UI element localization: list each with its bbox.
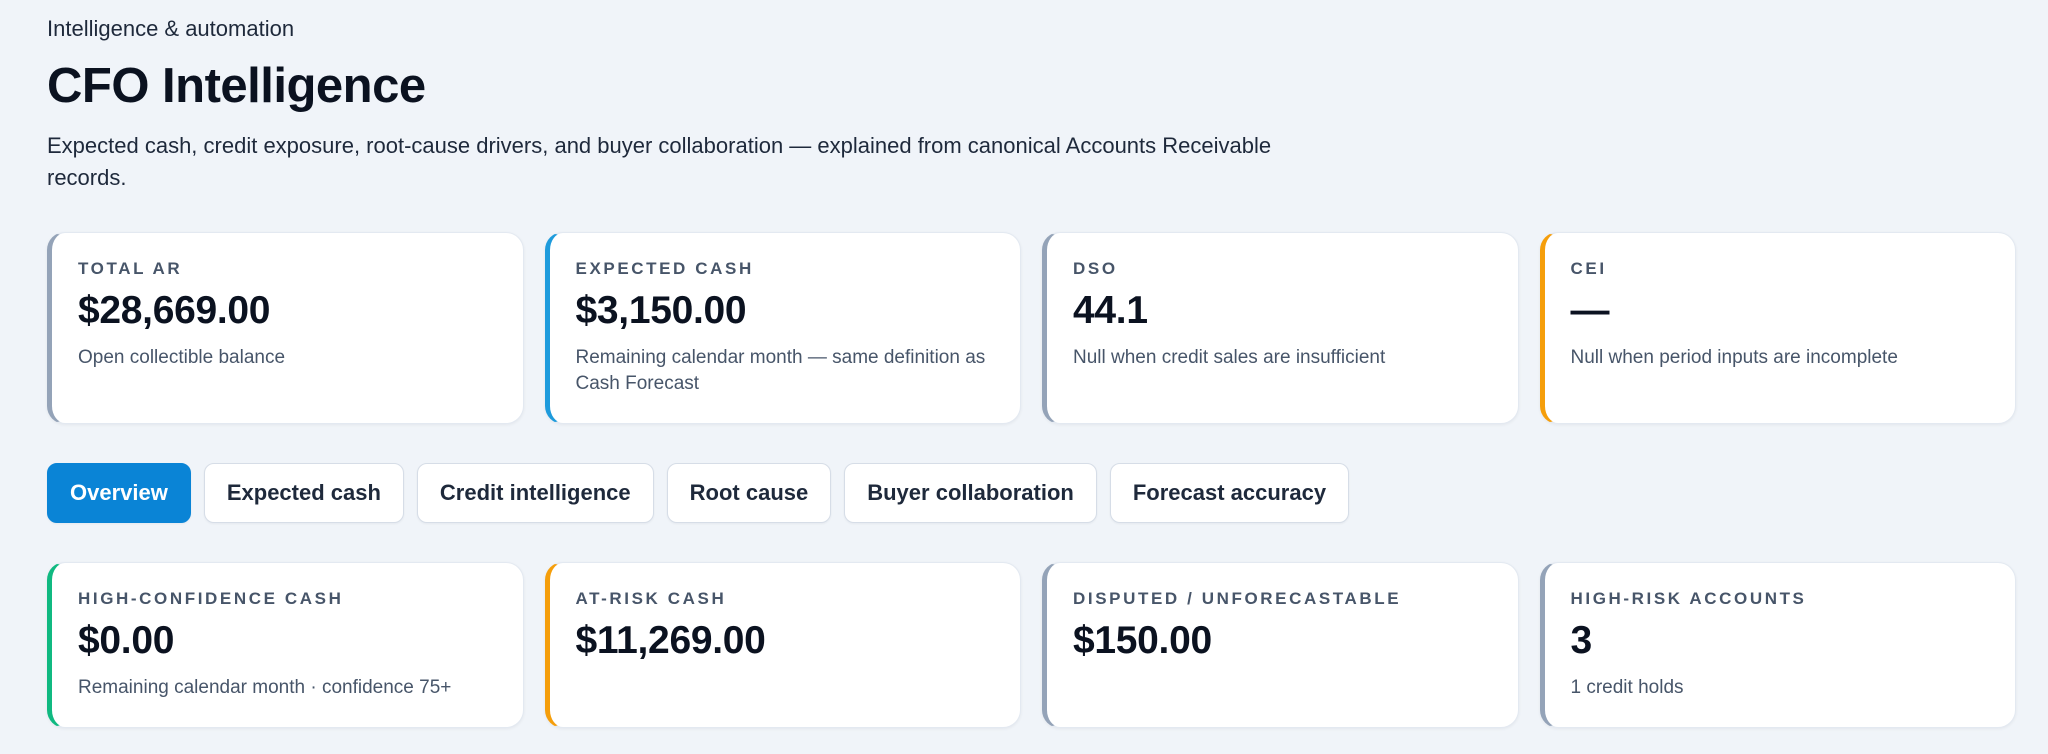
summary-kpi-row: TOTAL AR $28,669.00 Open collectible bal… bbox=[47, 232, 2016, 424]
kpi-note: Null when credit sales are insufficient bbox=[1073, 347, 1386, 368]
kpi-card-expected-cash: EXPECTED CASH $3,150.00 Remaining calend… bbox=[544, 232, 1021, 424]
cfo-intelligence-page: Intelligence & automation CFO Intelligen… bbox=[0, 0, 2048, 754]
kpi-note: 1 credit holds bbox=[1570, 677, 1684, 698]
kpi-card-dso: DSO 44.1 Null when credit sales are insu… bbox=[1042, 232, 1519, 424]
kpi-label: CEI bbox=[1570, 259, 1607, 278]
kpi-card-cei: CEI — Null when period inputs are incomp… bbox=[1539, 232, 2016, 424]
kpi-label: DISPUTED / UNFORECASTABLE bbox=[1073, 589, 1402, 608]
kpi-note: Remaining calendar month — same definiti… bbox=[575, 347, 986, 394]
kpi-value: — bbox=[1570, 289, 1610, 332]
kpi-note: Open collectible balance bbox=[78, 347, 286, 368]
tab-forecast-accuracy[interactable]: Forecast accuracy bbox=[1109, 463, 1350, 523]
kpi-note: Null when period inputs are incomplete bbox=[1570, 347, 1898, 368]
kpi-label: HIGH-CONFIDENCE CASH bbox=[78, 589, 344, 608]
tab-root-cause[interactable]: Root cause bbox=[666, 463, 832, 523]
kpi-card-total-ar: TOTAL AR $28,669.00 Open collectible bal… bbox=[47, 232, 524, 424]
kpi-value: $3,150.00 bbox=[575, 289, 747, 332]
kpi-card-disputed-unforecastable: DISPUTED / UNFORECASTABLE $150.00 bbox=[1042, 562, 1519, 728]
section-eyebrow: Intelligence & automation bbox=[47, 16, 295, 41]
page-subtitle: Expected cash, credit exposure, root-cau… bbox=[47, 133, 1272, 190]
tab-expected-cash[interactable]: Expected cash bbox=[203, 463, 404, 523]
tab-buyer-collaboration[interactable]: Buyer collaboration bbox=[844, 463, 1097, 523]
kpi-label: EXPECTED CASH bbox=[575, 259, 754, 278]
kpi-label: AT-RISK CASH bbox=[575, 589, 727, 608]
kpi-note: Remaining calendar month · confidence 75… bbox=[78, 677, 452, 698]
kpi-card-high-confidence-cash: HIGH-CONFIDENCE CASH $0.00 Remaining cal… bbox=[47, 562, 524, 728]
page-title: CFO Intelligence bbox=[47, 59, 426, 113]
kpi-value: 3 bbox=[1570, 619, 1593, 662]
kpi-label: DSO bbox=[1073, 259, 1118, 278]
kpi-label: HIGH-RISK ACCOUNTS bbox=[1570, 589, 1807, 608]
kpi-label: TOTAL AR bbox=[78, 259, 183, 278]
tab-credit-intelligence[interactable]: Credit intelligence bbox=[416, 463, 654, 523]
kpi-value: 44.1 bbox=[1073, 289, 1148, 332]
kpi-card-high-risk-accounts: HIGH-RISK ACCOUNTS 3 1 credit holds bbox=[1539, 562, 2016, 728]
intelligence-tabs: Overview Expected cash Credit intelligen… bbox=[47, 463, 1350, 523]
overview-kpi-row: HIGH-CONFIDENCE CASH $0.00 Remaining cal… bbox=[47, 562, 2016, 728]
kpi-value: $150.00 bbox=[1073, 619, 1212, 662]
kpi-value: $28,669.00 bbox=[78, 289, 271, 332]
tab-overview[interactable]: Overview bbox=[47, 463, 191, 523]
kpi-value: $11,269.00 bbox=[575, 619, 766, 662]
kpi-value: $0.00 bbox=[78, 619, 175, 662]
kpi-card-at-risk-cash: AT-RISK CASH $11,269.00 bbox=[544, 562, 1021, 728]
